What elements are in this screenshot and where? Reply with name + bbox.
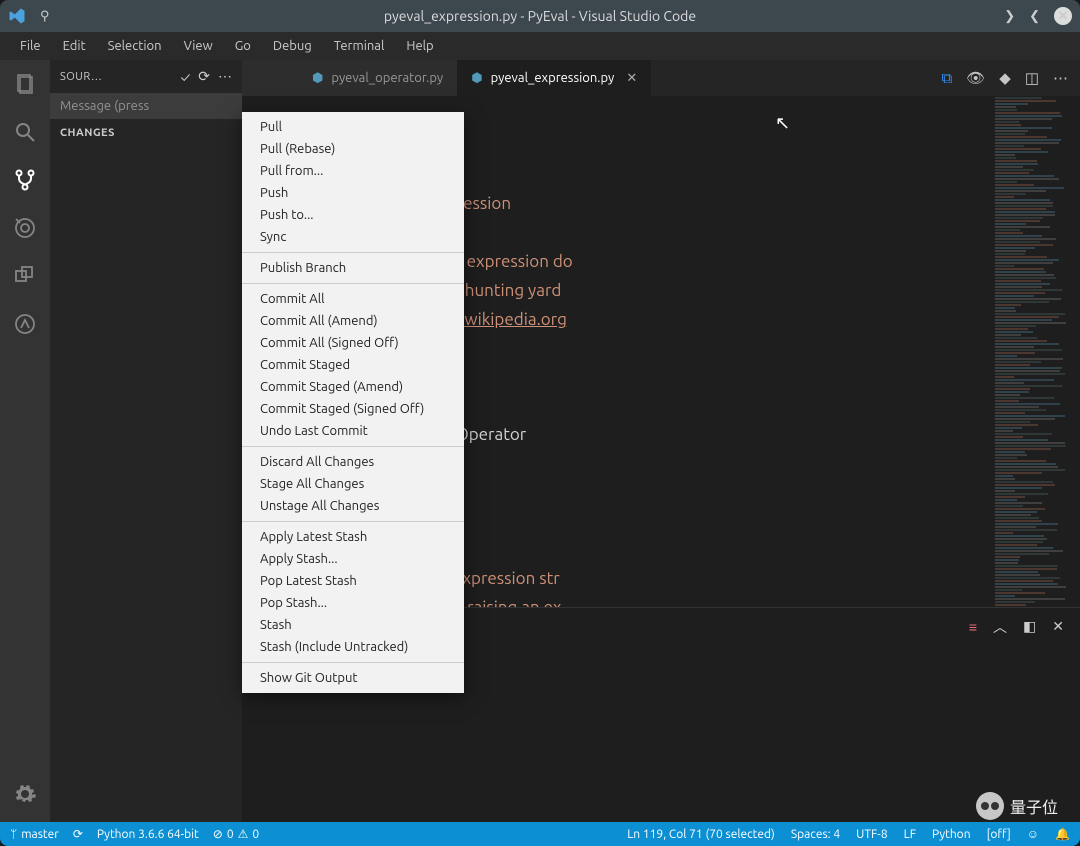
menu-commit-staged[interactable]: Commit Staged <box>242 354 464 376</box>
settings-gear-icon[interactable] <box>11 780 39 808</box>
menu-separator <box>242 521 464 522</box>
watermark: 量子位 <box>976 792 1058 820</box>
menu-commit-all[interactable]: Commit All <box>242 288 464 310</box>
menu-terminal[interactable]: Terminal <box>324 35 395 57</box>
clear-icon[interactable]: ≡ <box>969 619 977 635</box>
menu-separator <box>242 283 464 284</box>
pin-icon[interactable]: ⚲ <box>40 9 50 24</box>
problems-status[interactable]: ⊘ 0 ⚠ 0 <box>213 827 259 841</box>
watermark-logo-icon <box>976 792 1004 820</box>
minimap[interactable] <box>990 96 1080 607</box>
close-button[interactable]: ✕ <box>1054 7 1072 25</box>
vscode-app-icon <box>8 7 26 25</box>
menu-show-git-output[interactable]: Show Git Output <box>242 667 464 689</box>
python-file-icon: ⬢ <box>312 71 323 86</box>
menu-selection[interactable]: Selection <box>98 35 172 57</box>
menu-view[interactable]: View <box>174 35 223 57</box>
tab-pyeval-expression[interactable]: ⬢ pyeval_expression.py ✕ <box>457 60 651 96</box>
menu-pull[interactable]: Pull <box>242 116 464 138</box>
menu-help[interactable]: Help <box>396 35 443 57</box>
menu-edit[interactable]: Edit <box>53 35 96 57</box>
eol[interactable]: LF <box>904 827 916 841</box>
changes-section[interactable]: CHANGES <box>50 119 242 147</box>
split-editor-icon[interactable]: ◫ <box>1025 69 1039 87</box>
python-file-icon: ⬢ <box>471 71 482 86</box>
menu-sync[interactable]: Sync <box>242 226 464 248</box>
maximize-button[interactable]: ❮ <box>1029 9 1040 24</box>
cursor-position[interactable]: Ln 119, Col 71 (70 selected) <box>627 827 775 841</box>
collapse-up-icon[interactable]: ︿ <box>993 617 1007 637</box>
more-actions-icon[interactable]: ⋯ <box>218 68 232 85</box>
menu-commit-staged-amend[interactable]: Commit Staged (Amend) <box>242 376 464 398</box>
live-server[interactable]: [off] <box>987 827 1011 841</box>
menu-stash-untracked[interactable]: Stash (Include Untracked) <box>242 636 464 658</box>
menu-separator <box>242 446 464 447</box>
minimize-button[interactable]: ❯ <box>1004 9 1015 24</box>
menu-stash[interactable]: Stash <box>242 614 464 636</box>
refresh-icon[interactable]: ⟳ <box>198 68 210 85</box>
menu-apply-latest-stash[interactable]: Apply Latest Stash <box>242 526 464 548</box>
menu-push[interactable]: Push <box>242 182 464 204</box>
notifications-icon[interactable]: 🔔 <box>1055 827 1070 841</box>
feedback-icon[interactable]: ☺ <box>1027 827 1039 841</box>
menu-pop-stash[interactable]: Pop Stash... <box>242 592 464 614</box>
menu-stage-all[interactable]: Stage All Changes <box>242 473 464 495</box>
open-changes-icon[interactable]: ◆ <box>999 69 1011 87</box>
sidebar-title: SOUR… <box>60 71 172 83</box>
encoding[interactable]: UTF-8 <box>856 827 887 841</box>
menu-file[interactable]: File <box>10 35 51 57</box>
sync-status[interactable]: ⟳ <box>73 827 83 841</box>
close-panel-icon[interactable]: ✕ <box>1052 618 1064 635</box>
menu-discard-all[interactable]: Discard All Changes <box>242 451 464 473</box>
menu-go[interactable]: Go <box>225 35 261 57</box>
debug-icon[interactable] <box>11 214 39 242</box>
titlebar: ⚲ pyeval_expression.py - PyEval - Visual… <box>0 0 1080 32</box>
menu-undo-last-commit[interactable]: Undo Last Commit <box>242 420 464 442</box>
source-control-sidebar: SOUR… ✓ ⟳ ⋯ Message (press CHANGES <box>50 60 242 822</box>
menu-separator <box>242 252 464 253</box>
python-interpreter[interactable]: Python 3.6.6 64-bit <box>97 828 199 841</box>
preview-icon[interactable]: 👁 <box>966 69 985 87</box>
menu-unstage-all[interactable]: Unstage All Changes <box>242 495 464 517</box>
menu-commit-all-amend[interactable]: Commit All (Amend) <box>242 310 464 332</box>
search-icon[interactable] <box>11 118 39 146</box>
menu-pop-latest-stash[interactable]: Pop Latest Stash <box>242 570 464 592</box>
menu-commit-all-signed[interactable]: Commit All (Signed Off) <box>242 332 464 354</box>
tab-label: pyeval_operator.py <box>331 71 443 85</box>
commit-check-icon[interactable]: ✓ <box>180 69 190 85</box>
statusbar: ᛘ master ⟳ Python 3.6.6 64-bit ⊘ 0 ⚠ 0 L… <box>0 822 1080 846</box>
explorer-icon[interactable] <box>11 70 39 98</box>
menu-apply-stash[interactable]: Apply Stash... <box>242 548 464 570</box>
more-editor-actions-icon[interactable]: ⋯ <box>1053 69 1068 87</box>
menu-publish-branch[interactable]: Publish Branch <box>242 257 464 279</box>
source-control-icon[interactable] <box>11 166 39 194</box>
gitlens-icon[interactable] <box>11 310 39 338</box>
diff-icon[interactable]: ⧉ <box>942 69 953 87</box>
menu-pull-rebase[interactable]: Pull (Rebase) <box>242 138 464 160</box>
maximize-panel-icon[interactable]: ◧ <box>1023 618 1036 635</box>
tab-pyeval-operator[interactable]: ⬢ pyeval_operator.py <box>298 60 457 96</box>
menu-separator <box>242 662 464 663</box>
menubar: File Edit Selection View Go Debug Termin… <box>0 32 1080 60</box>
menu-push-to[interactable]: Push to... <box>242 204 464 226</box>
indentation[interactable]: Spaces: 4 <box>791 827 840 841</box>
tab-label: pyeval_expression.py <box>491 71 615 85</box>
watermark-text: 量子位 <box>1010 794 1058 818</box>
menu-pull-from[interactable]: Pull from... <box>242 160 464 182</box>
activity-bar <box>0 60 50 822</box>
window-title: pyeval_expression.py - PyEval - Visual S… <box>384 8 696 24</box>
close-tab-icon[interactable]: ✕ <box>626 71 637 86</box>
menu-commit-staged-signed[interactable]: Commit Staged (Signed Off) <box>242 398 464 420</box>
extensions-icon[interactable] <box>11 262 39 290</box>
language-mode[interactable]: Python <box>932 827 971 841</box>
editor-tabs: ⬢ pyeval_operator.py ⬢ pyeval_expression… <box>242 60 1080 96</box>
commit-message-input[interactable]: Message (press <box>50 93 242 119</box>
menu-debug[interactable]: Debug <box>263 35 322 57</box>
scm-more-actions-menu: Pull Pull (Rebase) Pull from... Push Pus… <box>242 112 464 693</box>
git-branch[interactable]: ᛘ master <box>10 828 59 841</box>
